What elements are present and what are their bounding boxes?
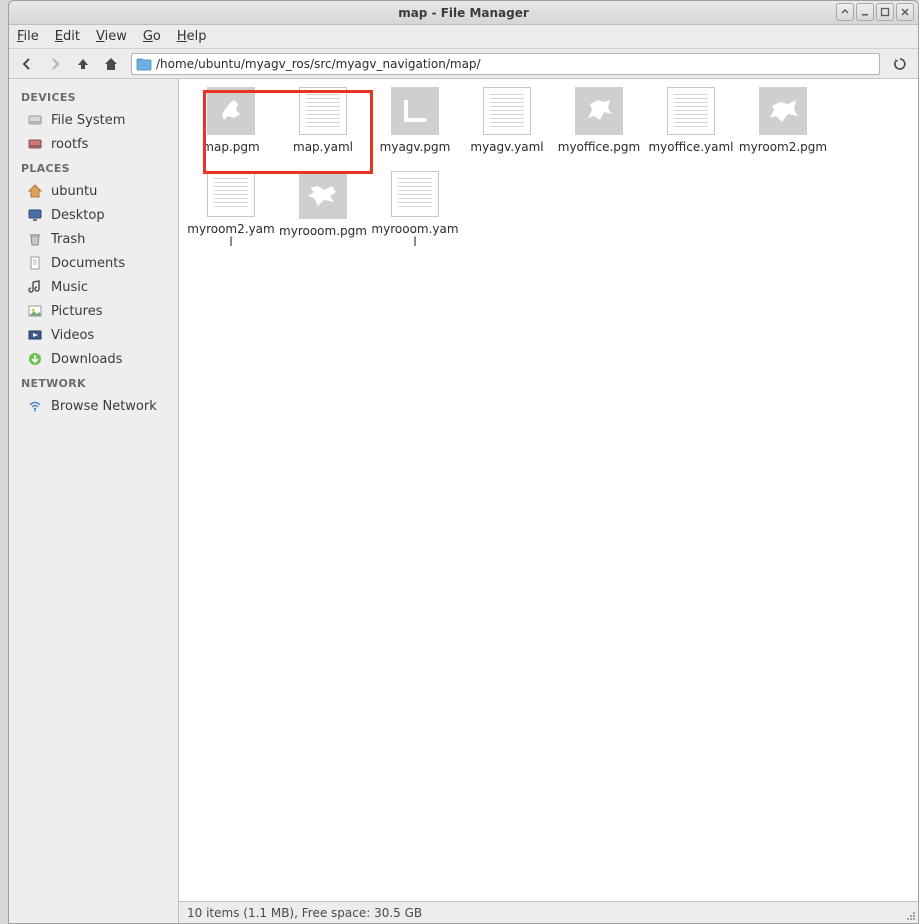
sidebar-item-rootfs[interactable]: rootfs bbox=[9, 132, 178, 156]
document-thumb-icon bbox=[299, 87, 347, 135]
folder-icon bbox=[136, 57, 152, 71]
image-thumb-icon bbox=[207, 87, 255, 135]
path-text: /home/ubuntu/myagv_ros/src/myagv_navigat… bbox=[156, 57, 875, 71]
window-title: map - File Manager bbox=[398, 6, 529, 20]
menu-help[interactable]: Help bbox=[177, 29, 207, 44]
home-icon bbox=[27, 183, 43, 199]
file-label: myoffice.pgm bbox=[558, 141, 640, 154]
minimize-button[interactable] bbox=[856, 3, 874, 21]
file-grid[interactable]: map.pgm map.yaml myagv.pgm myagv.yaml myoffi… bbox=[179, 79, 918, 901]
sidebar-item-ubuntu[interactable]: ubuntu bbox=[9, 179, 178, 203]
sidebar-item-label: Downloads bbox=[51, 352, 122, 367]
up-button[interactable] bbox=[71, 52, 95, 76]
sidebar-item-label: Videos bbox=[51, 328, 94, 343]
window-controls bbox=[836, 3, 914, 21]
sidebar-item-pictures[interactable]: Pictures bbox=[9, 299, 178, 323]
drive-ext-icon bbox=[27, 136, 43, 152]
file-item[interactable]: myoffice.pgm bbox=[553, 85, 645, 165]
statusbar: 10 items (1.1 MB), Free space: 30.5 GB bbox=[179, 901, 918, 923]
file-item[interactable]: map.pgm bbox=[185, 85, 277, 165]
doc-icon bbox=[27, 255, 43, 271]
shade-button[interactable] bbox=[836, 3, 854, 21]
resize-grip-icon[interactable] bbox=[904, 909, 916, 921]
sidebar-header-network: NETWORK bbox=[9, 371, 178, 394]
sidebar-item-videos[interactable]: Videos bbox=[9, 323, 178, 347]
file-label: myagv.yaml bbox=[470, 141, 543, 154]
sidebar-header-devices: DEVICES bbox=[9, 85, 178, 108]
main-area: map.pgm map.yaml myagv.pgm myagv.yaml myoffi… bbox=[179, 79, 918, 923]
sidebar-item-music[interactable]: Music bbox=[9, 275, 178, 299]
file-item[interactable]: myoffice.yaml bbox=[645, 85, 737, 165]
sidebar-item-desktop[interactable]: Desktop bbox=[9, 203, 178, 227]
sidebar-item-downloads[interactable]: Downloads bbox=[9, 347, 178, 371]
sidebar-item-label: Browse Network bbox=[51, 399, 157, 414]
home-button[interactable] bbox=[99, 52, 123, 76]
document-thumb-icon bbox=[391, 171, 439, 217]
sidebar-item-label: Documents bbox=[51, 256, 125, 271]
menubar: File Edit View Go Help bbox=[9, 25, 918, 49]
sidebar-item-label: rootfs bbox=[51, 137, 88, 152]
menu-go[interactable]: Go bbox=[143, 29, 161, 44]
file-label: map.pgm bbox=[202, 141, 259, 154]
sidebar-item-browse-network[interactable]: Browse Network bbox=[9, 394, 178, 418]
close-button[interactable] bbox=[896, 3, 914, 21]
document-thumb-icon bbox=[483, 87, 531, 135]
document-thumb-icon bbox=[207, 171, 255, 217]
file-label: map.yaml bbox=[293, 141, 353, 154]
sidebar-item-label: Desktop bbox=[51, 208, 105, 223]
file-label: myroom2.pgm bbox=[739, 141, 827, 154]
sidebar-item-documents[interactable]: Documents bbox=[9, 251, 178, 275]
sidebar-item-label: Pictures bbox=[51, 304, 102, 319]
file-item[interactable]: myroom2.yaml bbox=[185, 169, 277, 249]
file-label: myagv.pgm bbox=[380, 141, 451, 154]
downloads-icon bbox=[27, 351, 43, 367]
toolbar: /home/ubuntu/myagv_ros/src/myagv_navigat… bbox=[9, 49, 918, 79]
file-item[interactable]: myrooom.pgm bbox=[277, 169, 369, 249]
image-thumb-icon bbox=[575, 87, 623, 135]
status-text: 10 items (1.1 MB), Free space: 30.5 GB bbox=[187, 906, 422, 920]
body: DEVICES File System rootfs PLACES ubuntu D… bbox=[9, 79, 918, 923]
file-label: myrooom.yaml bbox=[370, 223, 460, 249]
menu-view[interactable]: View bbox=[96, 29, 127, 44]
file-item[interactable]: map.yaml bbox=[277, 85, 369, 165]
file-item[interactable]: myrooom.yaml bbox=[369, 169, 461, 249]
file-label: myroom2.yaml bbox=[186, 223, 276, 249]
trash-icon bbox=[27, 231, 43, 247]
document-thumb-icon bbox=[667, 87, 715, 135]
file-manager-window: map - File Manager File Edit View Go Hel… bbox=[8, 0, 919, 924]
sidebar: DEVICES File System rootfs PLACES ubuntu D… bbox=[9, 79, 179, 923]
file-label: myoffice.yaml bbox=[648, 141, 733, 154]
file-label: myrooom.pgm bbox=[279, 225, 367, 238]
sidebar-item-label: Music bbox=[51, 280, 88, 295]
music-icon bbox=[27, 279, 43, 295]
menu-file[interactable]: File bbox=[17, 29, 39, 44]
sidebar-item-label: Trash bbox=[51, 232, 85, 247]
sidebar-item-label: File System bbox=[51, 113, 125, 128]
sidebar-item-trash[interactable]: Trash bbox=[9, 227, 178, 251]
reload-button[interactable] bbox=[888, 52, 912, 76]
image-thumb-icon bbox=[759, 87, 807, 135]
sidebar-item-file-system[interactable]: File System bbox=[9, 108, 178, 132]
maximize-button[interactable] bbox=[876, 3, 894, 21]
back-button[interactable] bbox=[15, 52, 39, 76]
menu-edit[interactable]: Edit bbox=[55, 29, 80, 44]
wifi-icon bbox=[27, 398, 43, 414]
file-item[interactable]: myroom2.pgm bbox=[737, 85, 829, 165]
path-entry[interactable]: /home/ubuntu/myagv_ros/src/myagv_navigat… bbox=[131, 53, 880, 75]
drive-icon bbox=[27, 112, 43, 128]
image-thumb-icon bbox=[299, 171, 347, 219]
videos-icon bbox=[27, 327, 43, 343]
file-item[interactable]: myagv.yaml bbox=[461, 85, 553, 165]
sidebar-header-places: PLACES bbox=[9, 156, 178, 179]
forward-button[interactable] bbox=[43, 52, 67, 76]
desktop-icon bbox=[27, 207, 43, 223]
titlebar[interactable]: map - File Manager bbox=[9, 1, 918, 25]
image-thumb-icon bbox=[391, 87, 439, 135]
pictures-icon bbox=[27, 303, 43, 319]
file-item[interactable]: myagv.pgm bbox=[369, 85, 461, 165]
sidebar-item-label: ubuntu bbox=[51, 184, 97, 199]
